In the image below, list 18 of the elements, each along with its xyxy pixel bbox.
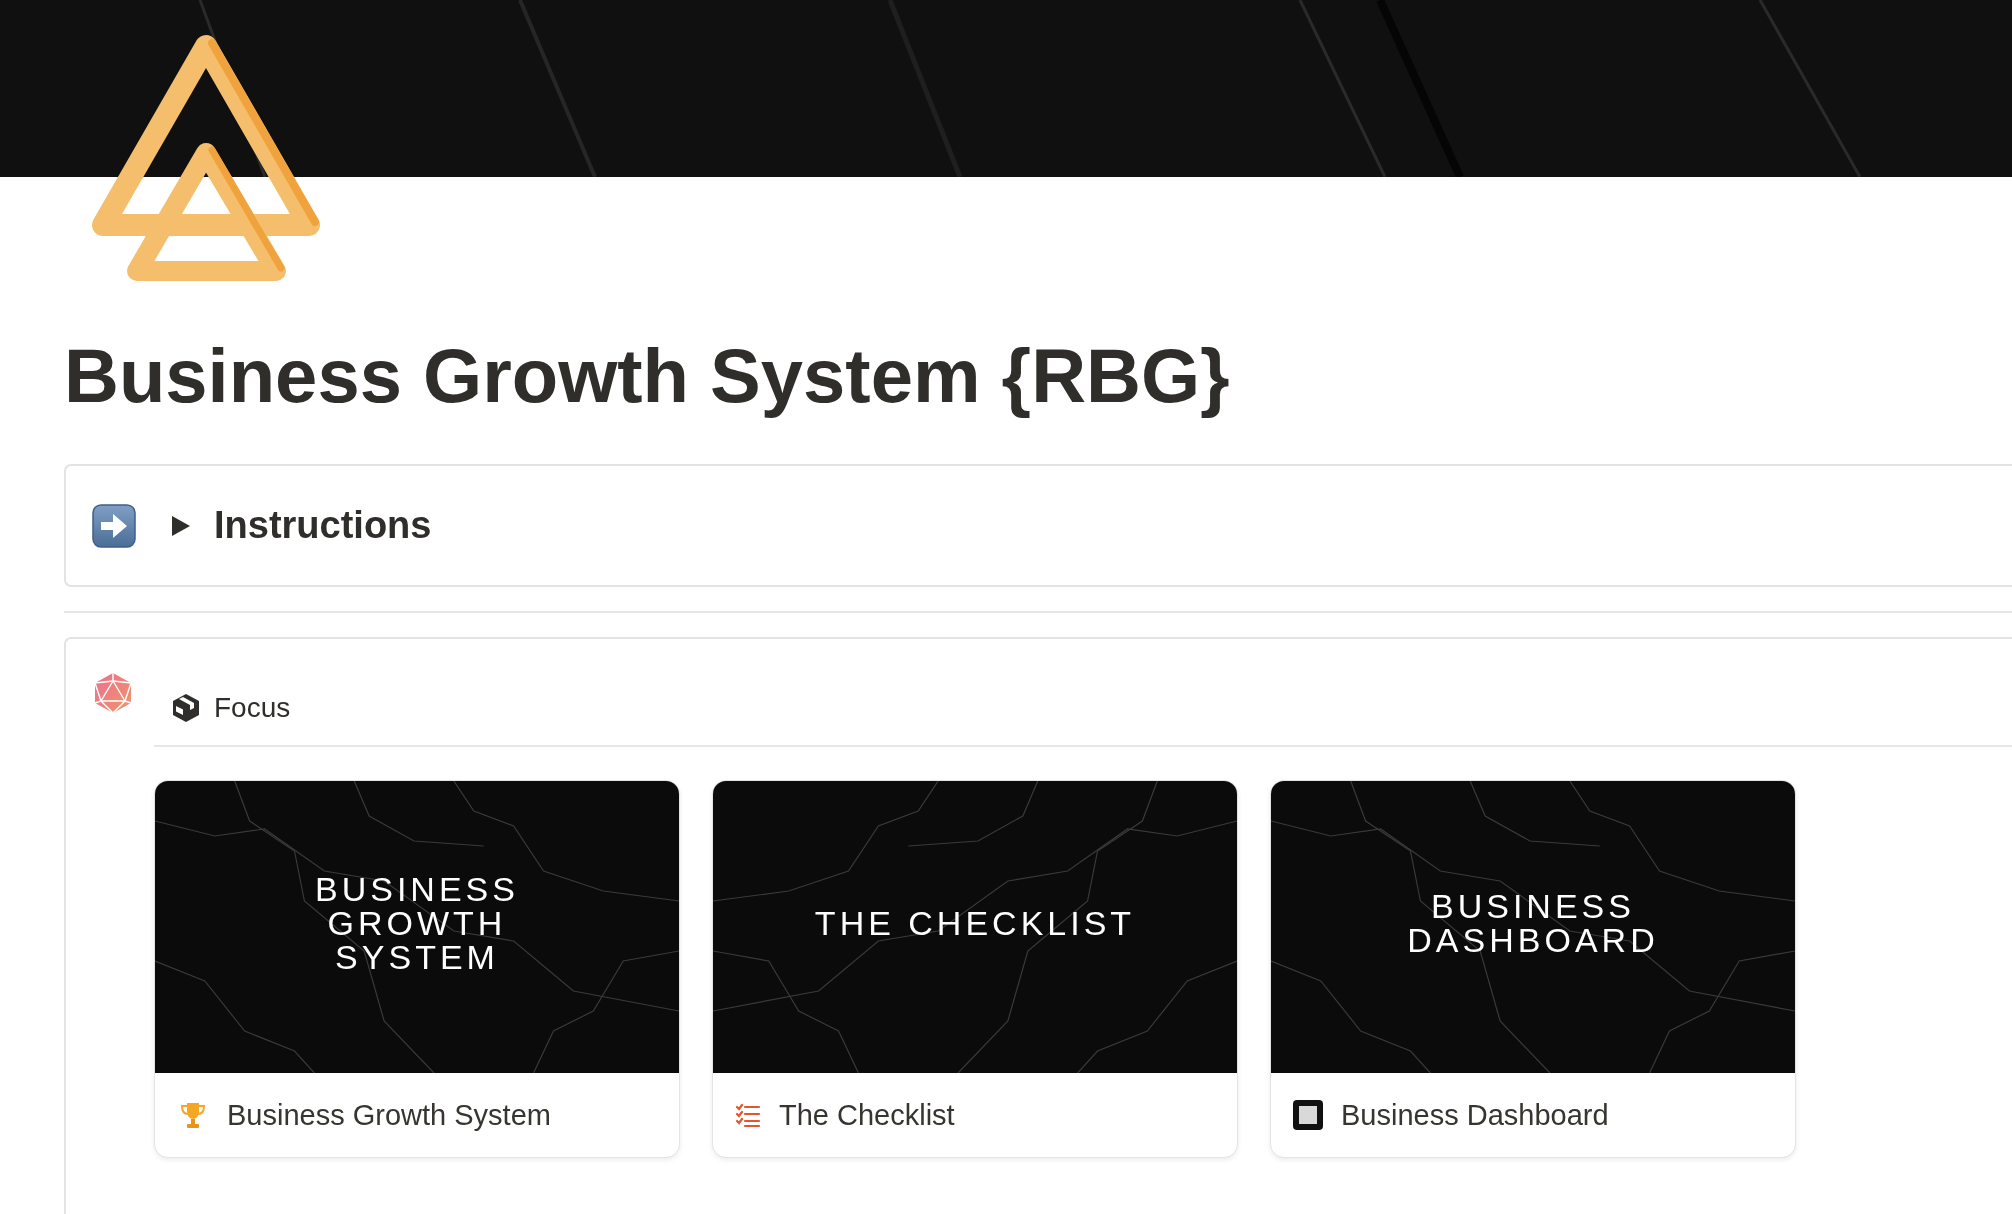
checklist-icon [735,1102,761,1128]
gallery-card[interactable]: BUSINESS GROWTH SYSTEM Business Growth System [154,780,680,1158]
cover-title: BUSINESS GROWTH SYSTEM [314,872,520,974]
card-title: Business Dashboard [1341,1098,1609,1132]
card-title: The Checklist [779,1098,955,1132]
cover-title: BUSINESS DASHBOARD [1406,889,1660,957]
gallery-card[interactable]: BUSINESS DASHBOARD Business Dashboard [1270,780,1796,1158]
cover-title: THE CHECKLIST [814,906,1136,940]
arrow-right-icon [92,503,136,548]
polyhedron-icon [92,672,134,714]
page-title: Business Growth System {RBG} [64,334,1230,418]
square-icon [1293,1100,1323,1130]
gallery-card[interactable]: THE CHECKLIST The Checklist [712,780,1238,1158]
box-icon [171,693,201,723]
toggle-heading: Instructions [214,504,432,547]
toggle-triangle-icon[interactable] [172,515,190,536]
card-title: Business Growth System [227,1098,551,1132]
view-title: Focus [214,692,291,724]
